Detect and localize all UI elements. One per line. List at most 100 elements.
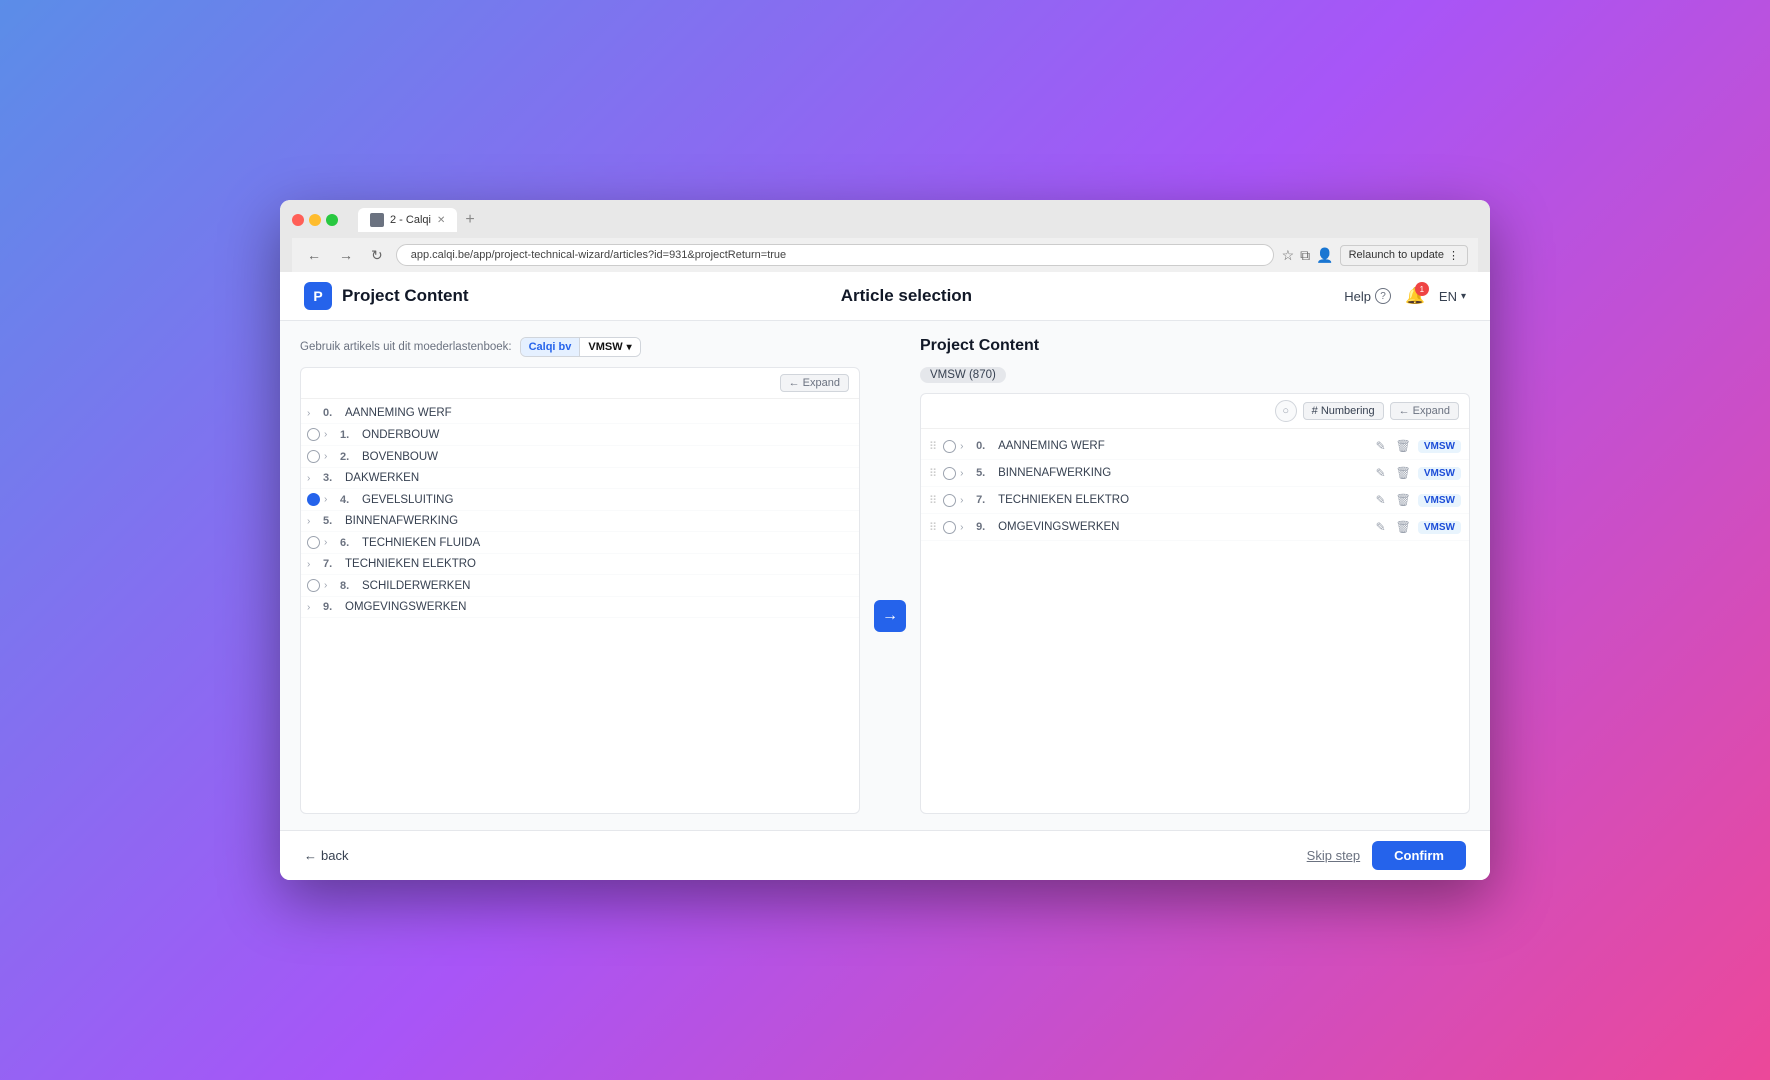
chevron-right-icon: › xyxy=(960,522,972,533)
table-row[interactable]: ⠿ › 9. OMGEVINGSWERKEN ✎ 🗑 VMSW xyxy=(921,514,1469,541)
relaunch-button[interactable]: Relaunch to update ⋮ xyxy=(1340,245,1468,266)
delete-icon-button[interactable]: 🗑 xyxy=(1393,492,1414,508)
item-actions: ✎ 🗑 VMSW xyxy=(1373,519,1461,535)
list-item[interactable]: › 5. BINNENAFWERKING xyxy=(301,511,859,532)
list-item[interactable]: › 1. ONDERBOUW xyxy=(301,424,859,446)
left-panel: Gebruik artikels uit dit moederlastenboe… xyxy=(300,337,860,814)
notifications-icon[interactable]: 🔔 1 xyxy=(1405,286,1425,306)
list-item[interactable]: › 8. SCHILDERWERKEN xyxy=(301,575,859,597)
vmsw-selector-button[interactable]: VMSW ▾ xyxy=(579,338,639,356)
right-radio[interactable] xyxy=(943,467,956,480)
drag-handle-icon[interactable]: ⠿ xyxy=(929,467,937,480)
browser-tabs: 2 - Calqi ✕ + xyxy=(358,208,481,232)
vmsw-source-tag: VMSW xyxy=(1418,521,1461,534)
active-tab[interactable]: 2 - Calqi ✕ xyxy=(358,208,457,232)
minimize-traffic-light[interactable] xyxy=(309,214,321,226)
tree-radio-selected[interactable] xyxy=(307,493,320,506)
search-icon: ○ xyxy=(1282,405,1289,417)
back-nav-button[interactable]: ← xyxy=(302,245,326,265)
back-link[interactable]: ← back xyxy=(304,848,348,863)
tree-radio[interactable] xyxy=(307,579,320,592)
tree-radio[interactable] xyxy=(307,536,320,549)
url-bar[interactable]: app.calqi.be/app/project-technical-wizar… xyxy=(396,244,1274,266)
list-item[interactable]: › 4. GEVELSLUITING xyxy=(301,489,859,511)
right-radio[interactable] xyxy=(943,440,956,453)
list-item[interactable]: › 0. AANNEMING WERF xyxy=(301,403,859,424)
vmsw-count-row: VMSW (870) xyxy=(920,365,1470,383)
new-tab-button[interactable]: + xyxy=(459,211,480,229)
app-footer: ← back Skip step Confirm xyxy=(280,830,1490,880)
tree-radio[interactable] xyxy=(307,428,320,441)
item-actions: ✎ 🗑 VMSW xyxy=(1373,492,1461,508)
delete-icon-button[interactable]: 🗑 xyxy=(1393,465,1414,481)
browser-window: 2 - Calqi ✕ + ← → ↻ app.calqi.be/app/pro… xyxy=(280,200,1490,880)
edit-icon-button[interactable]: ✎ xyxy=(1373,492,1389,508)
language-selector[interactable]: EN ▾ xyxy=(1439,289,1466,304)
drag-handle-icon[interactable]: ⠿ xyxy=(929,521,937,534)
chevron-right-icon: › xyxy=(324,429,336,440)
traffic-lights xyxy=(292,214,338,226)
tab-favicon xyxy=(370,213,384,227)
vmsw-source-tag: VMSW xyxy=(1418,494,1461,507)
table-row[interactable]: ⠿ › 5. BINNENAFWERKING ✎ 🗑 VMSW xyxy=(921,460,1469,487)
reload-button[interactable]: ↻ xyxy=(366,245,388,266)
app-logo: P xyxy=(304,282,332,310)
relaunch-menu-icon: ⋮ xyxy=(1448,249,1459,262)
forward-nav-button[interactable]: → xyxy=(334,245,358,265)
list-item[interactable]: › 3. DAKWERKEN xyxy=(301,468,859,489)
relaunch-label: Relaunch to update xyxy=(1349,249,1444,261)
list-item[interactable]: › 2. BOVENBOUW xyxy=(301,446,859,468)
maximize-traffic-light[interactable] xyxy=(326,214,338,226)
bookmark-icon[interactable]: ☆ xyxy=(1282,247,1295,264)
left-expand-button[interactable]: ← Expand xyxy=(780,374,849,392)
right-expand-button[interactable]: ← Expand xyxy=(1390,402,1459,420)
left-tree-list: › 0. AANNEMING WERF › 1. ONDERBOUW xyxy=(301,399,859,622)
right-radio[interactable] xyxy=(943,521,956,534)
list-item[interactable]: › 6. TECHNIEKEN FLUIDA xyxy=(301,532,859,554)
chevron-right-icon: › xyxy=(960,468,972,479)
browser-toolbar: ← → ↻ app.calqi.be/app/project-technical… xyxy=(292,238,1478,272)
page-heading: Article selection xyxy=(841,286,972,306)
moeder-label: Gebruik artikels uit dit moederlastenboe… xyxy=(300,341,512,353)
table-row[interactable]: ⠿ › 0. AANNEMING WERF ✎ 🗑 VMSW xyxy=(921,433,1469,460)
calqi-badge: Calqi bv xyxy=(521,338,580,356)
vmsw-selector-chevron-icon: ▾ xyxy=(627,342,632,353)
tab-close-button[interactable]: ✕ xyxy=(437,215,445,226)
list-item[interactable]: › 9. OMGEVINGSWERKEN xyxy=(301,597,859,618)
moeder-selector[interactable]: Calqi bv VMSW ▾ xyxy=(520,337,641,357)
delete-icon-button[interactable]: 🗑 xyxy=(1393,438,1414,454)
profile-icon[interactable]: 👤 xyxy=(1316,247,1333,264)
lang-chevron-icon: ▾ xyxy=(1461,291,1466,302)
back-label: back xyxy=(321,848,348,863)
right-tree-container: ○ # Numbering ← Expand ⠿ › 0. AANNEMING … xyxy=(920,393,1470,814)
help-button[interactable]: Help ? xyxy=(1344,288,1391,304)
table-row[interactable]: ⠿ › 7. TECHNIEKEN ELEKTRO ✎ 🗑 VMSW xyxy=(921,487,1469,514)
confirm-button[interactable]: Confirm xyxy=(1372,841,1466,870)
drag-handle-icon[interactable]: ⠿ xyxy=(929,440,937,453)
edit-icon-button[interactable]: ✎ xyxy=(1373,438,1389,454)
list-item[interactable]: › 7. TECHNIEKEN ELEKTRO xyxy=(301,554,859,575)
right-radio[interactable] xyxy=(943,494,956,507)
tree-radio[interactable] xyxy=(307,450,320,463)
edit-icon-button[interactable]: ✎ xyxy=(1373,465,1389,481)
chevron-right-icon: › xyxy=(324,580,336,591)
item-actions: ✎ 🗑 VMSW xyxy=(1373,465,1461,481)
delete-icon-button[interactable]: 🗑 xyxy=(1393,519,1414,535)
extensions-icon[interactable]: ⧉ xyxy=(1300,247,1310,264)
tab-title: 2 - Calqi xyxy=(390,214,431,226)
notification-badge: 1 xyxy=(1415,282,1429,296)
right-panel: Project Content VMSW (870) ○ # Numbering… xyxy=(920,337,1470,814)
logo-letter: P xyxy=(313,288,322,304)
left-tree-container: ← Expand › 0. AANNEMING WERF › 1. ONDERB xyxy=(300,367,860,814)
right-panel-title: Project Content xyxy=(920,337,1039,355)
transfer-to-right-button[interactable]: → xyxy=(874,600,906,632)
help-label: Help xyxy=(1344,289,1371,304)
chevron-right-icon: › xyxy=(307,516,319,527)
search-circle[interactable]: ○ xyxy=(1275,400,1297,422)
skip-step-button[interactable]: Skip step xyxy=(1307,848,1360,863)
lang-label: EN xyxy=(1439,289,1457,304)
close-traffic-light[interactable] xyxy=(292,214,304,226)
drag-handle-icon[interactable]: ⠿ xyxy=(929,494,937,507)
edit-icon-button[interactable]: ✎ xyxy=(1373,519,1389,535)
numbering-button[interactable]: # Numbering xyxy=(1303,402,1384,420)
